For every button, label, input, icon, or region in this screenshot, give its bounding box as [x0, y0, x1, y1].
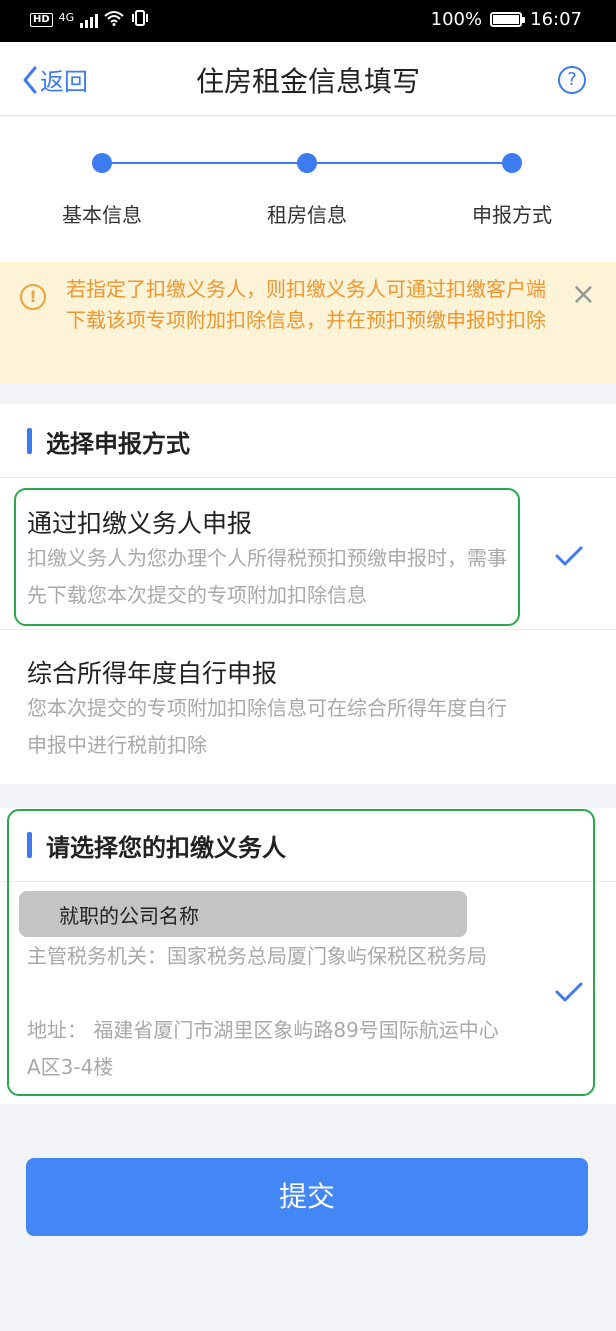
section-accent-bar [27, 428, 32, 454]
highlight-box [7, 809, 595, 1096]
step-label-method: 申报方式 [472, 203, 552, 227]
warning-icon: ! [20, 284, 46, 310]
step-dot-rental [297, 153, 317, 173]
progress-steps: 基本信息 租房信息 申报方式 [0, 117, 616, 262]
hd-indicator: HD [30, 13, 53, 27]
clock: 16:07 [530, 9, 582, 30]
network-type: 4G [58, 10, 75, 24]
status-bar: HD 4G 100% 16:07 [0, 0, 616, 42]
option-title: 综合所得年度自行申报 [27, 659, 278, 688]
battery-icon [490, 12, 526, 27]
notice-text: 若指定了扣缴义务人，则扣缴义务人可通过扣缴客户端下载该项专项附加扣除信息，并在预… [66, 277, 546, 332]
help-icon[interactable]: ? [558, 66, 586, 94]
highlight-box [14, 488, 520, 626]
vibrate-icon [130, 10, 150, 30]
nav-bar: 返回 住房租金信息填写 ? [0, 42, 616, 116]
step-label-basic: 基本信息 [62, 203, 142, 227]
notice-banner: ! 若指定了扣缴义务人，则扣缴义务人可通过扣缴客户端下载该项专项附加扣除信息，并… [0, 262, 616, 384]
step-dot-basic [92, 153, 112, 173]
step-label-rental: 租房信息 [267, 203, 347, 227]
step-dot-method [502, 153, 522, 173]
wifi-icon [104, 10, 124, 30]
close-icon[interactable]: × [571, 280, 596, 310]
submit-button[interactable]: 提交 [26, 1158, 588, 1236]
option-self-report[interactable]: 综合所得年度自行申报 您本次提交的专项附加扣除信息可在综合所得年度自行申报中进行… [0, 630, 616, 784]
section-header: 选择申报方式 [0, 404, 616, 478]
check-icon [555, 546, 583, 566]
section-title: 选择申报方式 [46, 430, 190, 458]
battery-percent: 100% [430, 9, 483, 30]
page-title: 住房租金信息填写 [195, 65, 420, 98]
option-description: 您本次提交的专项附加扣除信息可在综合所得年度自行申报中进行税前扣除 [27, 696, 507, 757]
signal-icon [80, 12, 99, 28]
